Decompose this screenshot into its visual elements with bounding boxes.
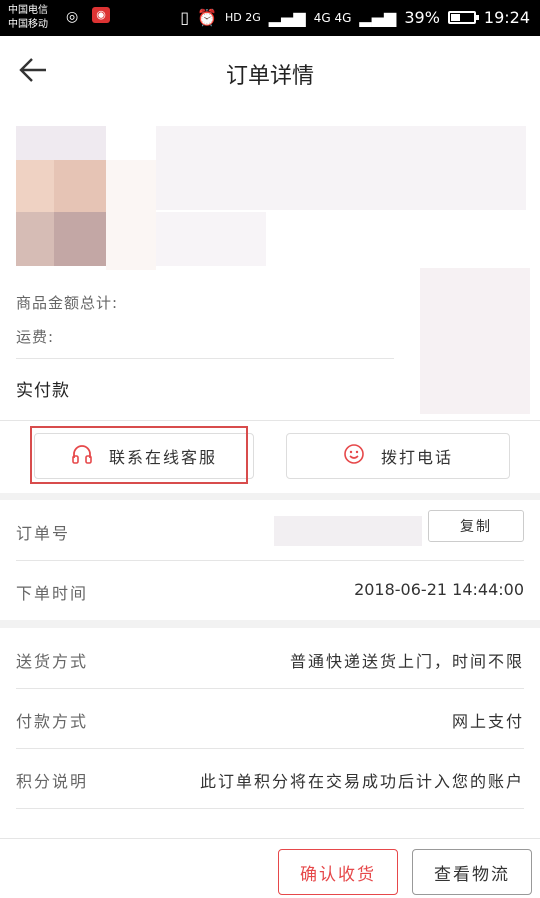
payment-value: 网上支付: [451, 712, 524, 731]
battery-percent: 39%: [404, 8, 440, 27]
order-time-value: 2018-06-21 14:44:00: [354, 580, 524, 599]
vibrate-icon: ▯: [180, 8, 190, 27]
status-right: ▯ ⏰ HD 2G ▂▄▆ 4G 4G ▂▄▆ 39% 19:24: [180, 8, 530, 27]
product-image-blur: [54, 160, 106, 214]
smiley-icon: [343, 443, 365, 470]
order-number-row: 订单号 复制: [16, 500, 524, 561]
product-title-blur: [156, 212, 266, 266]
confirm-receipt-button[interactable]: 确认收货: [278, 849, 398, 895]
points-row: 积分说明 此订单积分将在交易成功后计入您的账户: [16, 748, 524, 809]
delivery-row: 送货方式 普通快递送货上门，时间不限: [16, 628, 524, 689]
network-1: HD 2G: [225, 11, 261, 24]
order-time-label: 下单时间: [16, 584, 89, 603]
app-header: 订单详情: [0, 36, 540, 109]
network-2: 4G 4G: [313, 10, 352, 25]
shipping-label: 运费:: [16, 328, 55, 346]
delivery-value: 普通快递送货上门，时间不限: [289, 652, 524, 671]
product-section: 商品金额总计: 运费: 实付款: [0, 108, 540, 420]
order-time-row: 下单时间 2018-06-21 14:44:00: [16, 560, 524, 620]
order-info-section: 订单号 复制 下单时间 2018-06-21 14:44:00: [0, 500, 540, 620]
paid-amount-label: 实付款: [16, 381, 70, 401]
carrier-2: 中国移动: [8, 19, 48, 30]
order-number-blur: [274, 516, 422, 546]
product-image-blur: [16, 126, 106, 162]
signal-icon-2: ▂▄▆: [359, 8, 397, 27]
carrier-1: 中国电信: [8, 5, 48, 16]
price-blur: [420, 268, 530, 414]
app-notification-icon: ◉: [92, 7, 110, 23]
order-number-label: 订单号: [16, 524, 71, 543]
wifi-hotspot-icon: ◎: [66, 9, 79, 25]
payment-row: 付款方式 网上支付: [16, 688, 524, 749]
call-phone-label: 拨打电话: [380, 448, 453, 467]
delivery-label: 送货方式: [16, 652, 89, 671]
payment-label: 付款方式: [16, 712, 89, 731]
highlight-box: [30, 426, 248, 484]
carrier-info: 中国电信 中国移动: [8, 4, 48, 32]
page-title: 订单详情: [225, 64, 314, 89]
points-value: 此订单积分将在交易成功后计入您的账户: [199, 772, 524, 791]
alarm-icon: ⏰: [197, 8, 218, 27]
copy-button[interactable]: 复制: [428, 510, 524, 542]
clock: 19:24: [483, 8, 530, 27]
product-image-blur: [16, 160, 54, 214]
total-amount-label: 商品金额总计:: [16, 294, 119, 312]
signal-icon: ▂▄▆: [268, 8, 306, 27]
view-logistics-button[interactable]: 查看物流: [412, 849, 532, 895]
product-image-blur: [16, 212, 54, 266]
product-title-blur: [156, 126, 526, 210]
status-bar: 中国电信 中国移动 ◎ ◉ ▯ ⏰ HD 2G ▂▄▆ 4G 4G ▂▄▆ 39…: [0, 0, 540, 36]
divider: [16, 358, 394, 359]
bottom-action-bar: 确认收货 查看物流: [0, 838, 540, 898]
points-label: 积分说明: [16, 772, 89, 791]
product-image-blur: [54, 212, 106, 266]
battery-icon: [447, 11, 479, 24]
call-phone-button[interactable]: 拨打电话: [286, 433, 510, 479]
delivery-info-section: 送货方式 普通快递送货上门，时间不限 付款方式 网上支付 积分说明 此订单积分将…: [0, 628, 540, 838]
product-image-blur: [106, 160, 156, 270]
